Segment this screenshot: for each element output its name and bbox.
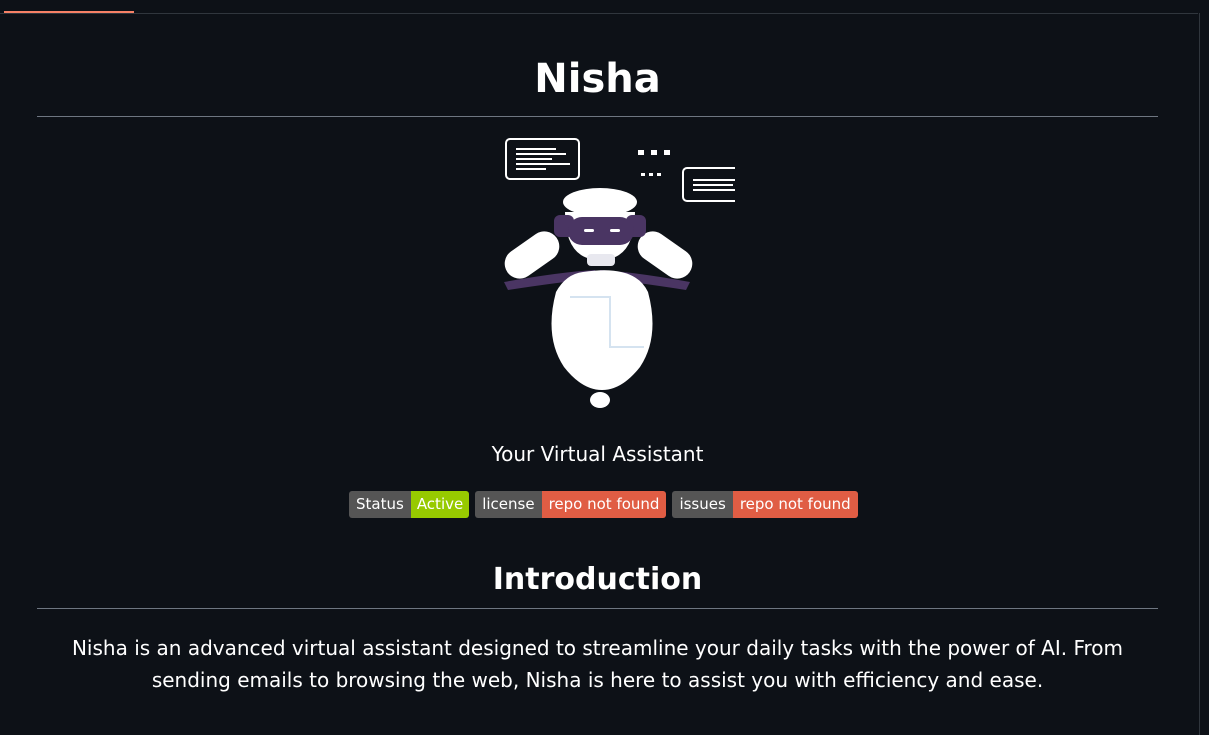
introduction-text: Nisha is an advanced virtual assistant d… — [71, 636, 1124, 692]
title-divider — [37, 116, 1158, 117]
page-subtitle: Your Virtual Assistant — [491, 442, 704, 466]
introduction-heading: Introduction — [492, 562, 703, 597]
panel-right-border — [1199, 13, 1200, 735]
badge-row: Status Active license repo not found iss… — [349, 491, 858, 518]
status-badge-label: Status — [349, 491, 411, 518]
status-badge-value: Active — [410, 491, 470, 518]
readme-content: Nisha Your Virtual Assistant Status Acti… — [37, 0, 1158, 735]
page-title: Nisha — [534, 56, 661, 102]
robot-assistant-icon — [504, 138, 735, 408]
license-badge-value: repo not found — [541, 491, 667, 518]
status-badge[interactable]: Status Active — [349, 491, 470, 518]
issues-badge-label: issues — [672, 491, 733, 518]
issues-badge-value: repo not found — [732, 491, 858, 518]
license-badge-label: license — [475, 491, 542, 518]
issues-badge[interactable]: issues repo not found — [672, 491, 858, 518]
license-badge[interactable]: license repo not found — [475, 491, 667, 518]
introduction-divider — [37, 608, 1158, 609]
